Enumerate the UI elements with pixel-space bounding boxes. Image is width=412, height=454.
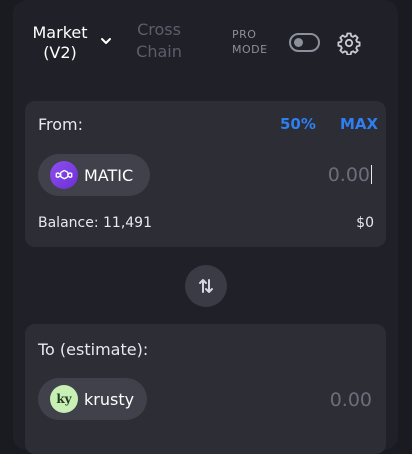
gear-icon[interactable] — [337, 31, 361, 55]
from-amount-value: 0.00 — [327, 164, 370, 186]
swap-arrows-icon — [199, 279, 213, 293]
to-token-selector[interactable]: ky krusty — [38, 378, 147, 420]
fifty-percent-button[interactable]: 50% — [280, 115, 316, 133]
tab-cross-chain[interactable]: Cross Chain — [131, 19, 187, 63]
krusty-token-icon: ky — [50, 385, 78, 413]
pro-mode-toggle[interactable] — [289, 33, 320, 52]
from-balance: Balance: 11,491 — [38, 215, 152, 231]
from-usd-value: $0 — [356, 215, 374, 231]
max-button[interactable]: MAX — [340, 115, 378, 133]
from-amount-input[interactable]: 0.00 — [328, 164, 372, 186]
toggle-knob — [294, 38, 303, 47]
to-amount-output: 0.00 — [329, 389, 372, 411]
from-token-symbol: MATIC — [84, 165, 134, 185]
polygon-matic-icon — [50, 161, 78, 189]
pro-mode-label: PRO MODE — [232, 28, 268, 56]
chevron-down-icon[interactable] — [99, 36, 113, 46]
to-token-symbol: krusty — [84, 389, 135, 409]
from-token-selector[interactable]: MATIC — [38, 154, 150, 196]
to-label: To (estimate): — [38, 340, 149, 359]
text-caret — [371, 165, 372, 184]
from-label: From: — [38, 115, 84, 134]
tab-market-v2[interactable]: Market (V2) — [29, 23, 91, 63]
swap-direction-button[interactable] — [185, 265, 227, 307]
